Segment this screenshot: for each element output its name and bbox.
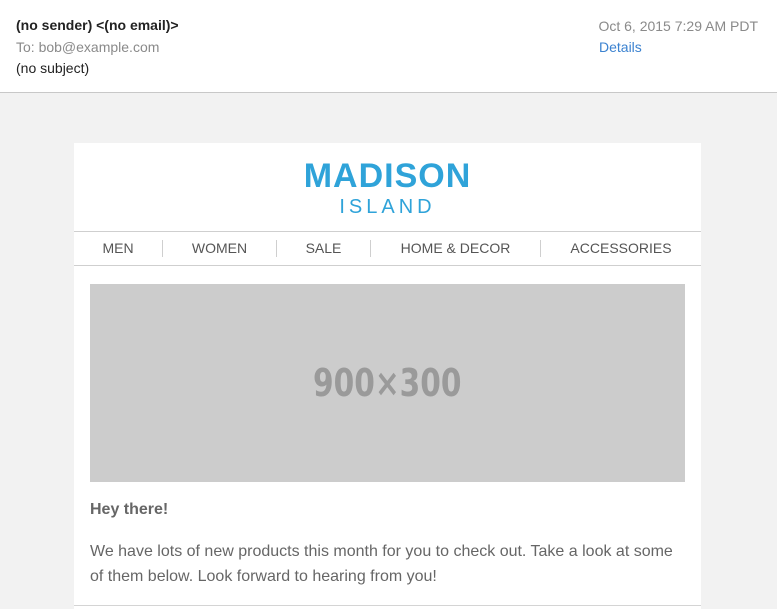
brand-logo-subtitle: ISLAND: [339, 196, 436, 218]
newsletter-nav: MEN WOMEN SALE HOME & DECOR ACCESSORIES: [74, 231, 701, 266]
greeting-heading: Hey there!: [90, 501, 169, 518]
brand-logo[interactable]: MADISON: [74, 157, 701, 196]
newsletter-card: MADISON ISLAND MEN WOMEN SALE HOME & DEC…: [74, 143, 701, 609]
sender-line: (no sender) <(no email)>: [16, 17, 179, 33]
section-divider: [74, 605, 701, 606]
recipient-line: To: bob@example.com: [16, 39, 160, 55]
nav-item-men[interactable]: MEN: [74, 232, 162, 265]
subject-line: (no subject): [16, 60, 90, 76]
nav-item-sale[interactable]: SALE: [277, 232, 370, 265]
details-link[interactable]: Details: [599, 39, 642, 55]
email-header: (no sender) <(no email)> To: bob@example…: [0, 0, 777, 93]
nav-item-accessories[interactable]: ACCESSORIES: [541, 232, 701, 265]
nav-item-women[interactable]: WOMEN: [163, 232, 276, 265]
hero-placeholder-label: 900×300: [313, 361, 462, 405]
nav-item-home-decor[interactable]: HOME & DECOR: [371, 232, 540, 265]
intro-paragraph: We have lots of new products this month …: [90, 543, 673, 585]
hero-image-placeholder[interactable]: 900×300: [90, 284, 685, 482]
email-date: Oct 6, 2015 7:29 AM PDT: [598, 18, 758, 34]
